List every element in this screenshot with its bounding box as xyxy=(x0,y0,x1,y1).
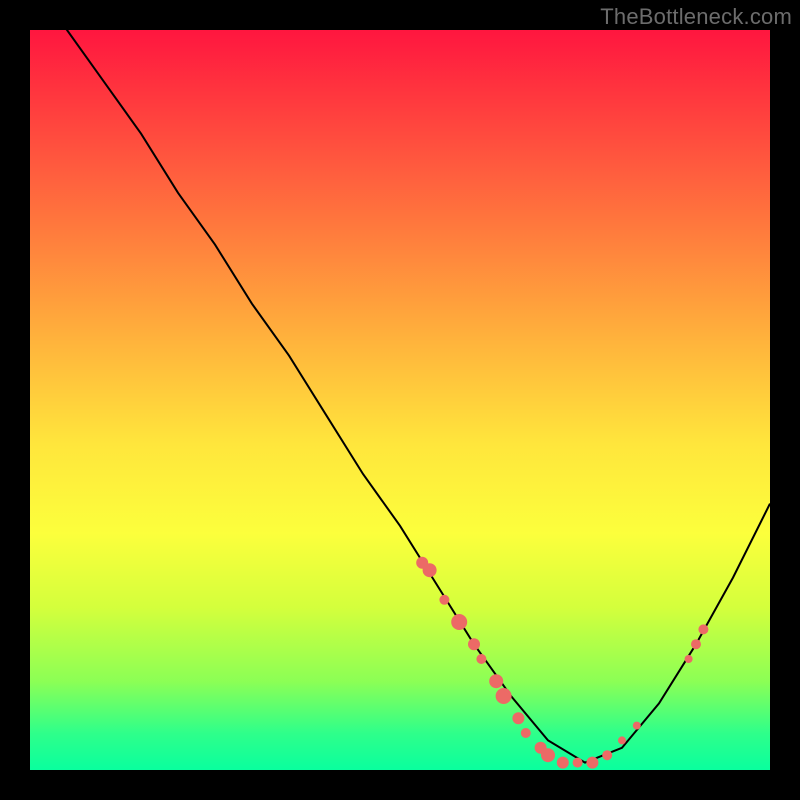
chart-frame: TheBottleneck.com xyxy=(0,0,800,800)
marker-dot xyxy=(573,758,583,768)
chart-plot-area xyxy=(30,30,770,770)
marker-dot xyxy=(586,757,598,769)
watermark-text: TheBottleneck.com xyxy=(600,4,792,30)
marker-group xyxy=(416,557,708,769)
marker-dot xyxy=(439,595,449,605)
marker-dot xyxy=(496,688,512,704)
marker-dot xyxy=(602,750,612,760)
marker-dot xyxy=(541,748,555,762)
bottleneck-curve-line xyxy=(30,30,770,763)
marker-dot xyxy=(691,639,701,649)
marker-dot xyxy=(451,614,467,630)
marker-dot xyxy=(633,722,641,730)
marker-dot xyxy=(468,638,480,650)
marker-dot xyxy=(476,654,486,664)
chart-svg xyxy=(30,30,770,770)
marker-dot xyxy=(698,624,708,634)
marker-dot xyxy=(512,712,524,724)
marker-dot xyxy=(521,728,531,738)
marker-dot xyxy=(557,757,569,769)
marker-dot xyxy=(423,563,437,577)
marker-dot xyxy=(489,674,503,688)
marker-dot xyxy=(685,655,693,663)
marker-dot xyxy=(618,736,626,744)
